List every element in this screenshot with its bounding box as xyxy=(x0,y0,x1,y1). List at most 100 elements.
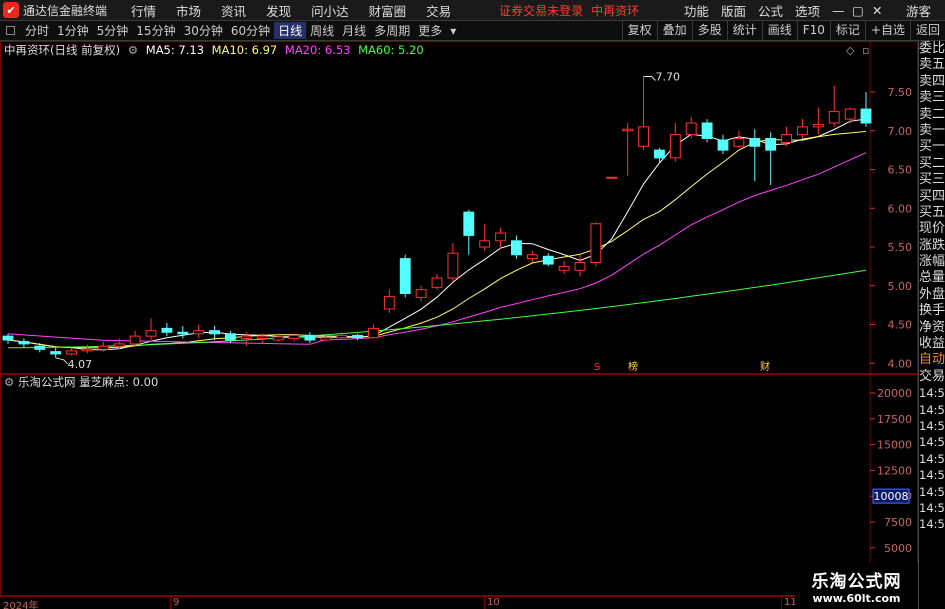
expand-icon[interactable]: ▫ xyxy=(862,44,869,57)
maximize-icon[interactable]: ▢ xyxy=(846,3,866,18)
settings-gear-icon[interactable]: ⚙ xyxy=(128,43,138,57)
period-monthly[interactable]: 月线 xyxy=(338,22,370,39)
candle-body xyxy=(669,134,681,159)
candle-body xyxy=(209,330,220,335)
sidebar-field: 买二 xyxy=(919,155,945,171)
event-marker: 财 xyxy=(760,360,770,373)
price-tick-label: 6.50 xyxy=(888,164,913,177)
statistics-button[interactable]: 统计 xyxy=(726,20,762,41)
menu-quotes[interactable]: 行情 xyxy=(121,1,166,20)
sidebar-trade[interactable]: 交易 xyxy=(919,369,945,385)
main-legend: 中再资环(日线 前复权) ⚙ MA5: 7.13 MA10: 6.97 MA20… xyxy=(4,42,428,58)
period-15min[interactable]: 15分钟 xyxy=(132,22,179,39)
menu-options[interactable]: 选项 xyxy=(789,1,826,20)
moving-average-lines xyxy=(7,118,867,351)
ma-line xyxy=(7,118,867,351)
tick-time: 14:56 xyxy=(919,435,945,450)
close-icon[interactable]: ✕ xyxy=(866,3,886,18)
menu-trade[interactable]: 交易 xyxy=(416,1,461,20)
settings-gear-icon[interactable]: ⚙ xyxy=(4,375,14,389)
period-60min[interactable]: 60分钟 xyxy=(227,22,274,39)
sidebar-field: 卖四 xyxy=(919,73,945,89)
right-info-sidebar: 委比 卖五 卖四 卖三 卖二 卖一 买一 买二 买三 买四 买五 现价 涨跌 涨幅 总量 外盘 换手 净资 收益 自… xyxy=(918,41,945,609)
candle-body xyxy=(733,138,745,147)
candle-body xyxy=(368,327,379,339)
sidebar-auto[interactable]: 自动 xyxy=(919,352,945,368)
high-price-label: 7.70 xyxy=(656,71,681,84)
tick-time: 14:56 xyxy=(919,451,945,466)
volume-axis: 20000175001500012500100007500500010008 xyxy=(870,387,912,555)
sidebar-field: 换手 xyxy=(919,303,945,319)
candle-body xyxy=(66,350,77,355)
candle-body xyxy=(526,254,538,260)
candle-body xyxy=(828,110,840,124)
menu-formula[interactable]: 公式 xyxy=(752,1,789,20)
toolbar-checkbox[interactable] xyxy=(6,26,15,35)
period-more[interactable]: 更多 xyxy=(414,22,446,39)
candle-body xyxy=(18,341,30,345)
candle-body xyxy=(463,211,475,236)
candle-body xyxy=(590,223,602,263)
ma10-value: MA10: 6.97 xyxy=(211,43,278,57)
diamond-icon[interactable]: ◇ xyxy=(846,44,855,57)
sub-legend: ⚙ 乐淘公式网 量芝麻点: 0.00 xyxy=(4,374,158,390)
sidebar-field: 涨跌 xyxy=(919,237,945,253)
candle-body xyxy=(765,138,777,151)
f10-button[interactable]: F10 xyxy=(796,20,830,41)
guest-label[interactable]: 游客 xyxy=(900,1,937,20)
sidebar-field: 卖三 xyxy=(919,90,945,106)
price-tick-label: 6.00 xyxy=(888,202,913,215)
candle-body xyxy=(82,348,93,352)
candle-body xyxy=(860,108,872,124)
menu-assistant[interactable]: 问小达 xyxy=(301,1,359,20)
price-tick-label: 4.50 xyxy=(888,319,913,332)
candle-body xyxy=(781,134,792,143)
candle-body xyxy=(717,139,729,151)
period-timeshare[interactable]: 分时 xyxy=(21,22,53,39)
mark-button[interactable]: 标记 xyxy=(829,20,865,41)
sidebar-field: 总量 xyxy=(919,270,945,286)
price-tick-label: 7.50 xyxy=(888,86,913,99)
sidebar-field: 涨幅 xyxy=(919,254,945,270)
period-weekly[interactable]: 周线 xyxy=(306,22,338,39)
menu-wealth[interactable]: 财富圈 xyxy=(359,1,417,20)
menu-function[interactable]: 功能 xyxy=(678,1,715,20)
trade-login-notice[interactable]: 证券交易未登录 xyxy=(499,2,583,19)
menu-news[interactable]: 资讯 xyxy=(211,1,256,20)
period-30min[interactable]: 30分钟 xyxy=(180,22,227,39)
candle-body xyxy=(34,345,46,350)
draw-line-button[interactable]: 画线 xyxy=(761,20,797,41)
add-watchlist-button[interactable]: +自选 xyxy=(864,20,910,41)
kline-chart[interactable]: 7.50 7.00 6.50 6.00 5.50 5.00 4.50 4.00 20000 17… xyxy=(0,41,918,596)
candle-body xyxy=(844,108,856,120)
chevron-down-icon[interactable]: ▾ xyxy=(446,24,460,38)
adjust-button[interactable]: 复权 xyxy=(621,20,657,41)
candle-body xyxy=(654,149,665,159)
period-multi[interactable]: 多周期 xyxy=(370,22,414,39)
minimize-icon[interactable]: — xyxy=(826,3,846,18)
candle-body xyxy=(542,255,554,265)
period-daily[interactable]: 日线 xyxy=(274,22,307,39)
tick-time: 14:56 xyxy=(919,517,945,532)
candle-body xyxy=(304,334,316,341)
date-label: 10 xyxy=(487,597,500,608)
sidebar-field: 收益 xyxy=(919,336,945,352)
menu-discover[interactable]: 发现 xyxy=(256,1,301,20)
app-title: 通达信金融终端 xyxy=(23,3,108,18)
volume-tick-label: 7500 xyxy=(884,516,912,529)
candle-body xyxy=(256,335,268,339)
candle-body xyxy=(622,128,634,132)
back-button[interactable]: 返回 xyxy=(909,20,945,41)
multi-stock-button[interactable]: 多股 xyxy=(691,20,727,41)
candle-body xyxy=(701,122,713,139)
period-5min[interactable]: 5分钟 xyxy=(93,22,133,39)
overlay-button[interactable]: 叠加 xyxy=(656,20,692,41)
price-tick-label: 4.00 xyxy=(888,357,913,370)
sidebar-field: 买一 xyxy=(919,139,945,155)
menu-market[interactable]: 市场 xyxy=(166,1,211,20)
period-1min[interactable]: 1分钟 xyxy=(53,22,93,39)
sidebar-field: 现价 xyxy=(919,221,945,237)
high-pointer xyxy=(643,76,656,81)
menu-layout[interactable]: 版面 xyxy=(715,1,752,20)
stock-name-link[interactable]: 中再资环 xyxy=(591,2,639,19)
